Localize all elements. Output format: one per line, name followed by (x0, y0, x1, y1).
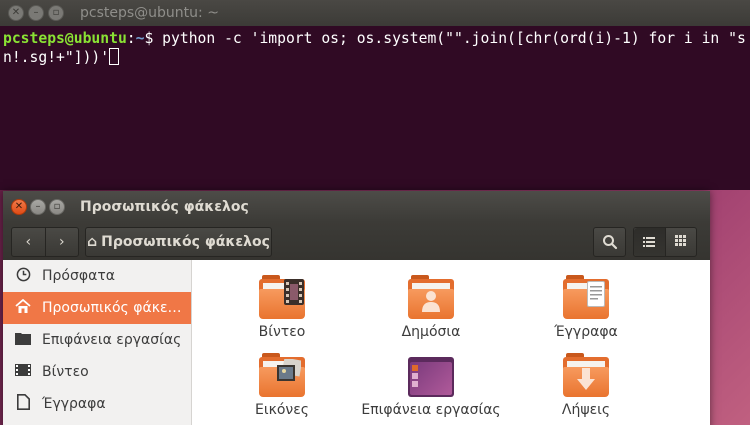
folder-label: Επιφάνεια εργασίας (361, 402, 501, 418)
desktop-folder-icon (408, 357, 454, 397)
view-mode-group (633, 227, 697, 257)
forward-button[interactable]: › (46, 234, 79, 250)
prompt-user: pcsteps@ubuntu (3, 30, 127, 47)
list-view-icon (643, 237, 656, 247)
folder-label: Βίντεο (258, 324, 306, 340)
sidebar-item-label: Επιφάνεια εργασίας (42, 332, 182, 348)
sidebar-item-label: Πρόσφατα (42, 268, 115, 284)
sidebar-item-label: Έγγραφα (42, 396, 106, 412)
public-folder-icon (408, 275, 454, 319)
folder-label: Έγγραφα (554, 324, 618, 340)
folder-downloads[interactable]: Λήψεις (521, 353, 651, 418)
location-label: Προσωπικός φάκελος (101, 234, 270, 250)
folder-videos[interactable]: Βίντεο (217, 275, 347, 340)
grid-view-button[interactable] (666, 234, 697, 250)
prompt-symbol: $ (144, 30, 154, 47)
sidebar-item-documents[interactable]: Έγγραφα (3, 388, 191, 420)
folder-label: Λήψεις (561, 402, 611, 418)
close-icon[interactable]: ✕ (8, 5, 24, 21)
folder-public[interactable]: Δημόσια (366, 275, 496, 340)
folder-label: Εικόνες (254, 402, 309, 418)
folder-desktop[interactable]: Επιφάνεια εργασίας (361, 357, 501, 418)
sidebar-item-desktop[interactable]: Επιφάνεια εργασίας (3, 324, 191, 356)
documents-folder-icon (563, 275, 609, 319)
minimize-icon[interactable]: – (30, 198, 46, 215)
close-icon[interactable]: ✕ (11, 198, 27, 215)
sidebar-item-recent[interactable]: Πρόσφατα (3, 260, 191, 292)
document-icon (15, 394, 31, 414)
pictures-folder-icon (259, 353, 305, 397)
window-title: Προσωπικός φάκελος (80, 198, 249, 215)
file-manager-toolbar: ‹ › ⌂ Προσωπικός φάκελος (3, 222, 710, 260)
home-icon: ⌂ (87, 234, 98, 250)
terminal-window[interactable]: ✕ – ▫ pcsteps@ubuntu: ~ pcsteps@ubuntu:~… (0, 0, 750, 190)
sidebar-item-videos[interactable]: Βίντεο (3, 356, 191, 388)
search-icon (602, 235, 617, 250)
file-manager-titlebar[interactable]: ✕ – ▫ Προσωπικός φάκελος (3, 191, 710, 222)
sidebar-item-label: Βίντεο (42, 364, 89, 380)
minimize-icon[interactable]: – (28, 5, 44, 21)
video-icon (15, 364, 31, 380)
video-folder-icon (259, 275, 305, 319)
folder-pictures[interactable]: Εικόνες (217, 353, 347, 418)
terminal-titlebar[interactable]: ✕ – ▫ pcsteps@ubuntu: ~ (0, 0, 750, 26)
location-button[interactable]: ⌂ Προσωπικός φάκελος (85, 227, 272, 257)
desktop-icon (15, 331, 31, 349)
recent-icon (15, 267, 31, 286)
sidebar-item-label: Προσωπικός φάκε… (42, 300, 182, 316)
maximize-icon[interactable]: ▫ (49, 198, 65, 215)
terminal-content[interactable]: pcsteps@ubuntu:~$ python -c 'import os; … (0, 26, 750, 67)
folder-documents[interactable]: Έγγραφα (521, 275, 651, 340)
list-view-button[interactable] (634, 228, 665, 256)
places-sidebar: Πρόσφατα Προσωπικός φάκε… Επιφάνεια εργα… (3, 260, 192, 425)
file-manager-window[interactable]: ✕ – ▫ Προσωπικός φάκελος ‹ › ⌂ Προσωπικό… (3, 191, 710, 425)
file-view[interactable]: Βίντεο Δημόσια Έγγραφα Εικόνες Επιφάνεια… (192, 260, 710, 425)
back-button[interactable]: ‹ (12, 234, 45, 250)
search-button[interactable] (593, 227, 626, 257)
downloads-folder-icon (563, 353, 609, 397)
folder-label: Δημόσια (401, 324, 461, 340)
chevron-right-icon: › (58, 234, 65, 250)
grid-view-icon (675, 235, 687, 246)
navigation-group: ‹ › (11, 227, 79, 257)
chevron-left-icon: ‹ (25, 234, 32, 250)
maximize-icon[interactable]: ▫ (48, 5, 64, 21)
terminal-title: pcsteps@ubuntu: ~ (80, 5, 219, 21)
home-icon (15, 298, 31, 318)
terminal-cursor (109, 48, 120, 65)
prompt-separator: : (126, 30, 136, 47)
sidebar-item-home[interactable]: Προσωπικός φάκε… (3, 292, 191, 324)
